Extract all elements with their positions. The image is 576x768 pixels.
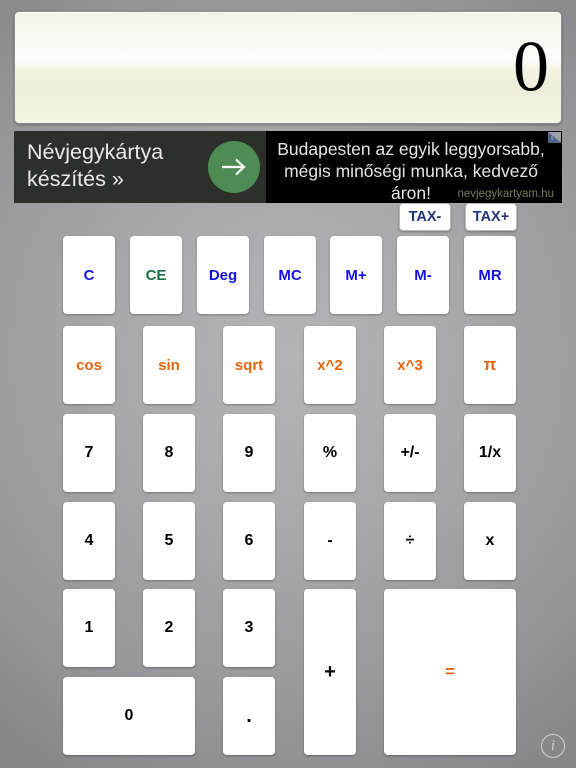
- key-9[interactable]: 9: [223, 414, 275, 492]
- key-1[interactable]: 1: [63, 589, 115, 667]
- key-memory-recall[interactable]: MR: [464, 236, 516, 314]
- key-add[interactable]: +: [304, 589, 356, 755]
- key-0[interactable]: 0: [63, 677, 195, 755]
- key-6[interactable]: 6: [223, 502, 275, 580]
- key-reciprocal[interactable]: 1/x: [464, 414, 516, 492]
- key-multiply[interactable]: x: [464, 502, 516, 580]
- key-decimal[interactable]: .: [223, 677, 275, 755]
- key-cube[interactable]: x^3: [384, 326, 436, 404]
- key-square[interactable]: x^2: [304, 326, 356, 404]
- key-equals[interactable]: =: [384, 589, 516, 755]
- key-sign[interactable]: +/-: [384, 414, 436, 492]
- key-clear[interactable]: C: [63, 236, 115, 314]
- key-memory-clear[interactable]: MC: [264, 236, 316, 314]
- key-3[interactable]: 3: [223, 589, 275, 667]
- info-icon[interactable]: i: [541, 734, 565, 758]
- key-2[interactable]: 2: [143, 589, 195, 667]
- key-divide[interactable]: ÷: [384, 502, 436, 580]
- key-clear-entry[interactable]: CE: [130, 236, 182, 314]
- keypad: C CE Deg MC M+ M- MR cos sin sqrt x^2 x^3 π 7 8 9% +/- 1/…: [0, 0, 576, 768]
- key-degree-mode[interactable]: Deg: [197, 236, 249, 314]
- key-pi[interactable]: π: [464, 326, 516, 404]
- key-7[interactable]: 7: [63, 414, 115, 492]
- key-8[interactable]: 8: [143, 414, 195, 492]
- key-4[interactable]: 4: [63, 502, 115, 580]
- key-sin[interactable]: sin: [143, 326, 195, 404]
- key-sqrt[interactable]: sqrt: [223, 326, 275, 404]
- key-percent[interactable]: %: [304, 414, 356, 492]
- key-cos[interactable]: cos: [63, 326, 115, 404]
- calculator-app: 0 Névjegykártya készítés » Budapesten az…: [0, 0, 576, 768]
- key-subtract[interactable]: -: [304, 502, 356, 580]
- key-memory-sub[interactable]: M-: [397, 236, 449, 314]
- key-memory-add[interactable]: M+: [330, 236, 382, 314]
- key-5[interactable]: 5: [143, 502, 195, 580]
